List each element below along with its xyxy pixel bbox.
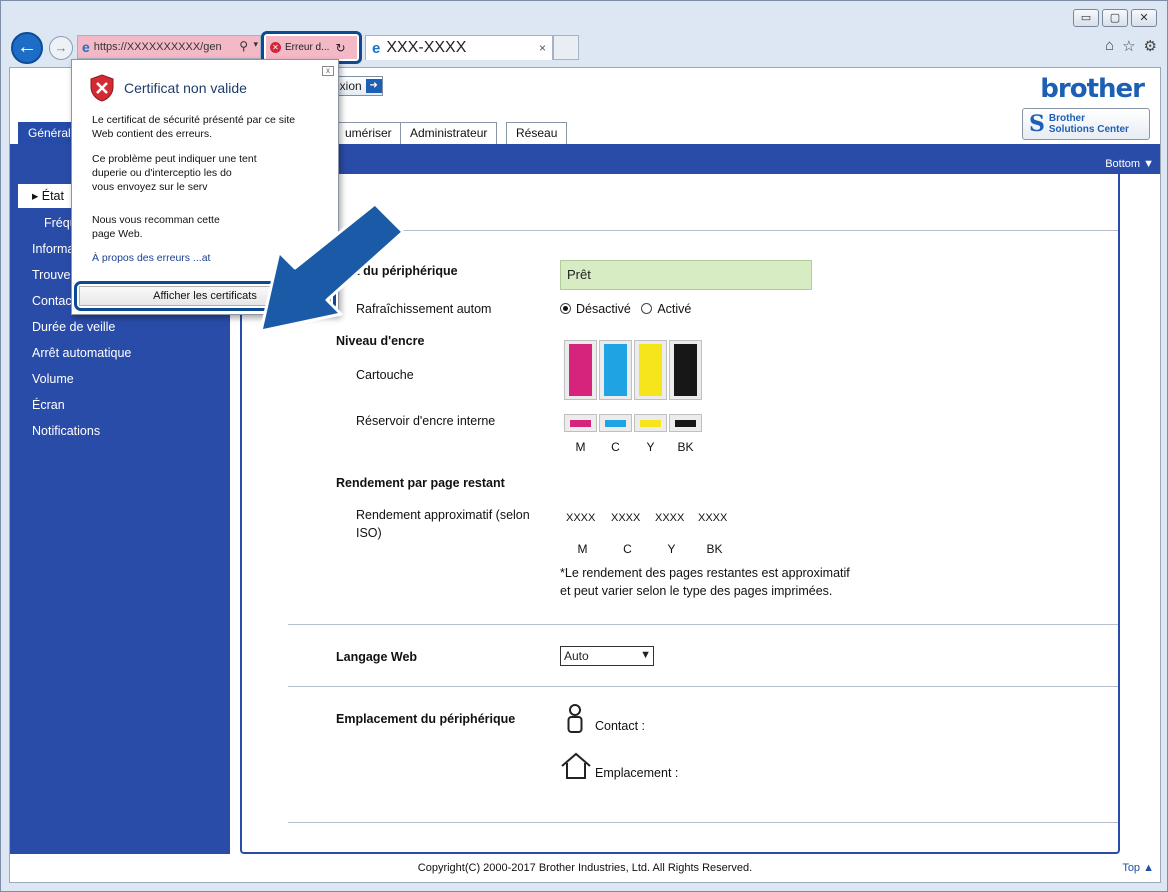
- color-label-bk: BK: [677, 440, 694, 454]
- approx-yield-label-1: Rendement approximatif (selon: [356, 508, 530, 522]
- contact-label: Contact :: [595, 719, 646, 733]
- yield-color-m: M: [577, 542, 588, 556]
- tank-black: [669, 414, 702, 432]
- tab-close-icon[interactable]: ×: [539, 41, 546, 55]
- location-field-label: Emplacement :: [595, 766, 679, 780]
- tank-label: Réservoir d'encre interne: [356, 414, 496, 428]
- chevron-down-icon[interactable]: ▾: [253, 39, 258, 50]
- tank-magenta: [564, 414, 597, 432]
- radio-disabled[interactable]: [560, 303, 571, 314]
- tab-title: XXX-XXXX: [386, 39, 467, 56]
- about-certificate-errors-link[interactable]: À propos des erreurs ...at: [92, 252, 210, 264]
- sidebar-item-screen[interactable]: Écran: [32, 398, 65, 412]
- color-label-m: M: [575, 440, 586, 454]
- refresh-icon[interactable]: ↻: [335, 41, 345, 55]
- popup-paragraph-2: Ce problème peut indiquer une tent duper…: [92, 153, 257, 193]
- tab-administrator[interactable]: Administrateur: [400, 122, 498, 144]
- yield-note-1: *Le rendement des pages restantes est ap…: [560, 566, 850, 580]
- approx-yield-label-2: ISO): [356, 526, 382, 540]
- divider: [288, 230, 1118, 231]
- house-icon: [561, 752, 591, 779]
- home-icon[interactable]: ⌂: [1105, 37, 1114, 55]
- sidebar-item-auto-off[interactable]: Arrêt automatique: [32, 346, 131, 360]
- brother-logo: brother: [1040, 74, 1145, 104]
- yield-value-bk: XXXX: [698, 512, 728, 524]
- yield-value-c: XXXX: [611, 512, 641, 524]
- radio-enabled[interactable]: [641, 303, 653, 314]
- device-status-value: Prêt: [560, 260, 812, 290]
- cert-error-label: Erreur d...: [285, 42, 330, 53]
- minimize-button[interactable]: ▭: [1073, 9, 1099, 27]
- search-icon[interactable]: ⚲: [239, 39, 248, 53]
- address-url: https://XXXXXXXXXX/gen: [93, 41, 222, 53]
- browser-tab[interactable]: e XXX-XXXX ×: [365, 35, 553, 60]
- error-icon: ✕: [270, 42, 281, 53]
- tab-scan[interactable]: umériser: [336, 122, 402, 144]
- browser-tools: ⌂ ☆ ⚙: [1105, 37, 1157, 55]
- divider: [288, 624, 1118, 625]
- yield-value-y: XXXX: [655, 512, 685, 524]
- sidebar-item-info[interactable]: Informa: [32, 242, 74, 256]
- browser-window: ▭ ▢ ✕ ← → e https://XXXXXXXXXX/gen ⚲ ▾ ✕…: [0, 0, 1168, 892]
- login-arrow-icon: ➜: [365, 79, 382, 93]
- maximize-button[interactable]: ▢: [1102, 9, 1128, 27]
- chevron-down-icon: ▼: [640, 649, 651, 661]
- address-bar[interactable]: e https://XXXXXXXXXX/gen ⚲ ▾: [77, 35, 261, 59]
- radio-disabled-label: Désactivé: [576, 302, 631, 316]
- yield-color-bk: BK: [706, 542, 723, 556]
- new-tab-button[interactable]: [553, 35, 579, 60]
- popup-title: Certificat non valide: [124, 80, 247, 96]
- copyright: Copyright(C) 2000-2017 Brother Industrie…: [417, 862, 753, 874]
- bottom-link[interactable]: Bottom ▼: [1105, 158, 1154, 170]
- tank-yellow: [634, 414, 667, 432]
- top-link[interactable]: Top ▲: [1122, 862, 1154, 874]
- popup-paragraph-1: Le certificat de sécurité présenté par c…: [92, 114, 296, 140]
- back-button[interactable]: ←: [11, 32, 43, 64]
- web-language-value: Auto: [564, 649, 589, 663]
- person-icon: [567, 704, 583, 733]
- web-language-label: Langage Web: [336, 650, 418, 664]
- device-location-label: Emplacement du périphérique: [336, 712, 516, 726]
- favorites-star-icon[interactable]: ☆: [1122, 37, 1135, 55]
- popup-close-icon[interactable]: x: [322, 66, 334, 76]
- yield-color-c: C: [623, 542, 632, 556]
- color-label-c: C: [611, 440, 620, 454]
- ie-tab-icon: e: [372, 39, 381, 57]
- ink-level-label: Niveau d'encre: [336, 334, 425, 348]
- tab-network[interactable]: Réseau: [506, 122, 568, 144]
- sidebar-item-notifications[interactable]: Notifications: [32, 424, 100, 438]
- yield-color-y: Y: [667, 542, 676, 556]
- divider: [288, 822, 1118, 823]
- sidebar-item-contact[interactable]: Contac: [32, 294, 72, 308]
- color-label-y: Y: [646, 440, 655, 454]
- cartridge-black: [669, 340, 702, 400]
- ie-page-icon: e: [82, 39, 90, 55]
- sidebar-item-sleep[interactable]: Durée de veille: [32, 320, 115, 334]
- yield-note-2: et peut varier selon le type des pages i…: [560, 584, 833, 598]
- radio-enabled-label: Activé: [657, 302, 692, 316]
- cartridge-cyan: [599, 340, 632, 400]
- sidebar-item-find[interactable]: Trouve: [32, 268, 70, 282]
- tank-cyan: [599, 414, 632, 432]
- yield-value-m: XXXX: [566, 512, 596, 524]
- divider: [288, 686, 1118, 687]
- sidebar-item-volume[interactable]: Volume: [32, 372, 74, 386]
- web-language-select[interactable]: Auto ▼: [560, 646, 654, 666]
- certificate-error-popup: x Certificat non valide Le certificat de…: [71, 59, 405, 333]
- window-controls: ▭ ▢ ✕: [1073, 9, 1157, 27]
- auto-refresh-options: Désactivé Activé: [560, 302, 691, 316]
- callout-arrow-icon: [259, 202, 405, 333]
- gear-icon[interactable]: ⚙: [1144, 37, 1157, 55]
- yield-label: Rendement par page restant: [336, 476, 505, 490]
- cartridge-magenta: [564, 340, 597, 400]
- cartridge-label: Cartouche: [356, 368, 414, 382]
- shield-error-icon: [90, 74, 114, 102]
- cartridge-yellow: [634, 340, 667, 400]
- close-window-button[interactable]: ✕: [1131, 9, 1157, 27]
- forward-button[interactable]: →: [49, 36, 73, 60]
